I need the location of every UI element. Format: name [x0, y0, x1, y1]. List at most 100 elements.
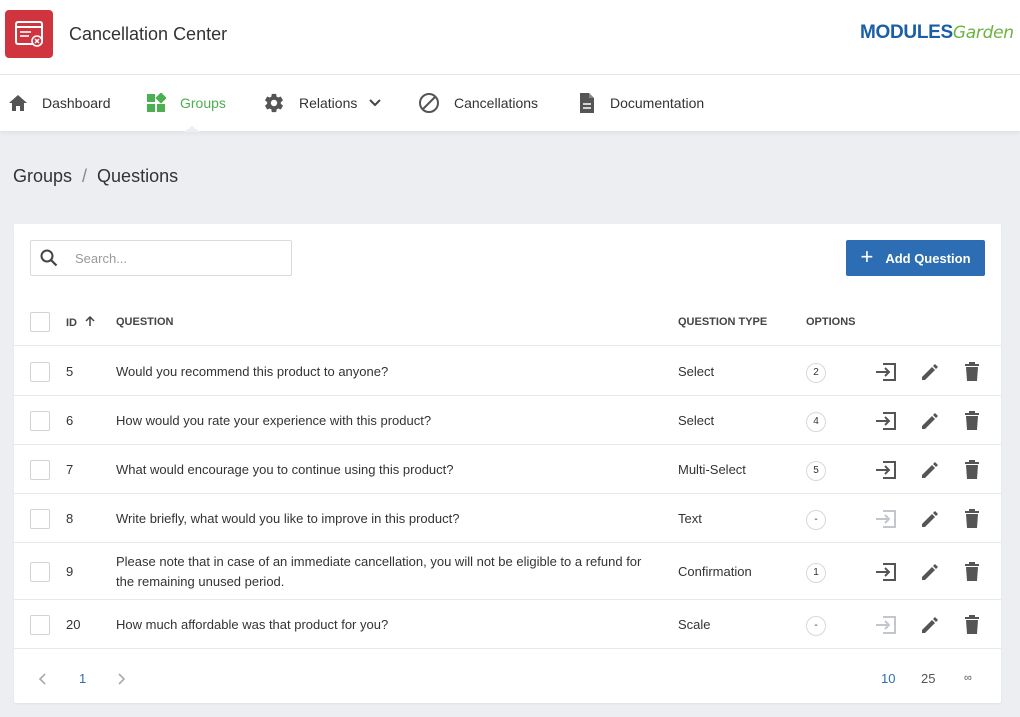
- table-row: 6 How would you rate your experience with…: [14, 396, 1001, 445]
- row-question: Would you recommend this product to anyo…: [116, 363, 389, 379]
- nav-label-documentation: Documentation: [610, 95, 705, 111]
- sort-ascending-icon: [85, 315, 95, 326]
- edit-icon[interactable]: [917, 559, 943, 585]
- row-question-type: Confirmation: [678, 563, 752, 579]
- nav-item-groups[interactable]: Groups: [146, 75, 226, 131]
- document-icon: [580, 93, 594, 113]
- home-icon: [9, 95, 27, 111]
- edit-icon[interactable]: [917, 612, 943, 638]
- add-question-button[interactable]: + Add Question: [846, 240, 985, 276]
- nav-item-cancellations[interactable]: Cancellations: [418, 75, 538, 131]
- nav-label-relations: Relations: [299, 95, 358, 111]
- row-question-type: Select: [678, 363, 715, 379]
- row-question-type: Scale: [678, 616, 711, 632]
- delete-icon[interactable]: [959, 612, 985, 638]
- chevron-right-icon[interactable]: [118, 673, 126, 685]
- move-icon[interactable]: [873, 559, 899, 585]
- page-size-25[interactable]: 25: [921, 671, 935, 686]
- row-question-type: Multi-Select: [678, 461, 746, 477]
- row-id: 9: [66, 563, 74, 579]
- edit-icon[interactable]: [917, 359, 943, 385]
- nav-label-groups: Groups: [180, 95, 226, 111]
- table-header: ID QUESTION QUESTION TYPE OPTIONS: [14, 298, 1001, 346]
- search-placeholder: Search...: [75, 250, 128, 266]
- delete-icon[interactable]: [959, 506, 985, 532]
- add-question-label: Add Question: [885, 250, 971, 266]
- row-id: 5: [66, 363, 74, 379]
- row-checkbox[interactable]: [30, 459, 50, 480]
- nav-label-dashboard: Dashboard: [42, 95, 111, 111]
- gear-icon: [265, 93, 283, 113]
- breadcrumb: Groups / Questions: [13, 166, 178, 187]
- active-nav-indicator: [184, 126, 200, 132]
- move-icon: [873, 506, 899, 532]
- row-id: 20: [66, 616, 81, 632]
- chevron-down-icon[interactable]: [369, 99, 382, 107]
- column-header-id-label: ID: [66, 317, 77, 329]
- table-row: 9 Please note that in case of an immediat…: [14, 543, 1001, 600]
- search-icon: [40, 249, 58, 267]
- breadcrumb-parent[interactable]: Groups: [13, 166, 72, 186]
- column-header-question[interactable]: QUESTION: [116, 316, 173, 328]
- breadcrumb-current: Questions: [97, 166, 179, 186]
- logo-text-right: Garden: [952, 23, 1014, 43]
- row-options-badge: 2: [806, 362, 826, 383]
- row-question-type: Select: [678, 412, 715, 428]
- search-input[interactable]: Search...: [30, 240, 292, 276]
- row-checkbox[interactable]: [30, 410, 50, 431]
- plus-icon: +: [860, 243, 874, 269]
- chevron-left-icon[interactable]: [38, 673, 46, 685]
- row-question: Write briefly, what would you like to im…: [116, 510, 460, 526]
- nav-item-relations[interactable]: Relations: [263, 75, 382, 131]
- row-checkbox[interactable]: [30, 614, 50, 635]
- row-options-badge: -: [806, 509, 826, 530]
- move-icon[interactable]: [873, 408, 899, 434]
- row-question: What would encourage you to continue usi…: [116, 461, 454, 477]
- delete-icon[interactable]: [959, 559, 985, 585]
- row-options-badge: 4: [806, 411, 826, 432]
- row-question: How would you rate your experience with …: [116, 412, 432, 428]
- row-question: How much affordable was that product for…: [116, 616, 389, 632]
- column-header-id[interactable]: ID: [66, 315, 95, 329]
- column-header-options[interactable]: OPTIONS: [806, 316, 856, 328]
- delete-icon[interactable]: [959, 457, 985, 483]
- logo-text-left: MODULES: [860, 22, 953, 43]
- column-header-question-type[interactable]: QUESTION TYPE: [678, 316, 767, 328]
- row-question: Please note that in case of an immediate…: [116, 553, 642, 589]
- table-row: 20 How much affordable was that product f…: [14, 600, 1001, 649]
- block-icon: [419, 93, 439, 113]
- move-icon[interactable]: [873, 457, 899, 483]
- edit-icon[interactable]: [917, 457, 943, 483]
- page-size-10[interactable]: 10: [881, 671, 895, 686]
- row-id: 6: [66, 412, 74, 428]
- row-id: 8: [66, 510, 74, 526]
- edit-icon[interactable]: [917, 506, 943, 532]
- app-logo-icon: [5, 10, 53, 58]
- page-number-current[interactable]: 1: [79, 671, 86, 686]
- questions-card: Search... + Add Question ID QUESTION QUE…: [14, 224, 1001, 703]
- delete-icon[interactable]: [959, 408, 985, 434]
- row-id: 7: [66, 461, 74, 477]
- move-icon[interactable]: [873, 359, 899, 385]
- app-header: Cancellation Center MODULESGarden: [0, 0, 1020, 75]
- select-all-checkbox[interactable]: [30, 312, 50, 332]
- delete-icon[interactable]: [959, 359, 985, 385]
- row-checkbox[interactable]: [30, 508, 50, 529]
- table-row: 7 What would encourage you to continue us…: [14, 445, 1001, 494]
- row-options-badge: -: [806, 615, 826, 636]
- move-icon: [873, 612, 899, 638]
- modulesgarden-logo: MODULESGarden: [860, 22, 1014, 44]
- edit-icon[interactable]: [917, 408, 943, 434]
- page-size-all[interactable]: ∞: [964, 672, 972, 684]
- row-checkbox[interactable]: [30, 361, 50, 382]
- table-row: 8 Write briefly, what would you like to i…: [14, 494, 1001, 543]
- nav-item-dashboard[interactable]: Dashboard: [8, 75, 111, 131]
- app-title: Cancellation Center: [69, 24, 228, 44]
- nav-item-documentation[interactable]: Documentation: [578, 75, 704, 131]
- row-checkbox[interactable]: [30, 561, 50, 582]
- breadcrumb-separator: /: [82, 166, 88, 186]
- row-options-badge: 1: [806, 562, 826, 583]
- row-question-type: Text: [678, 510, 702, 526]
- nav-label-cancellations: Cancellations: [454, 95, 539, 111]
- pagination: 1 10 25 ∞: [14, 656, 1001, 703]
